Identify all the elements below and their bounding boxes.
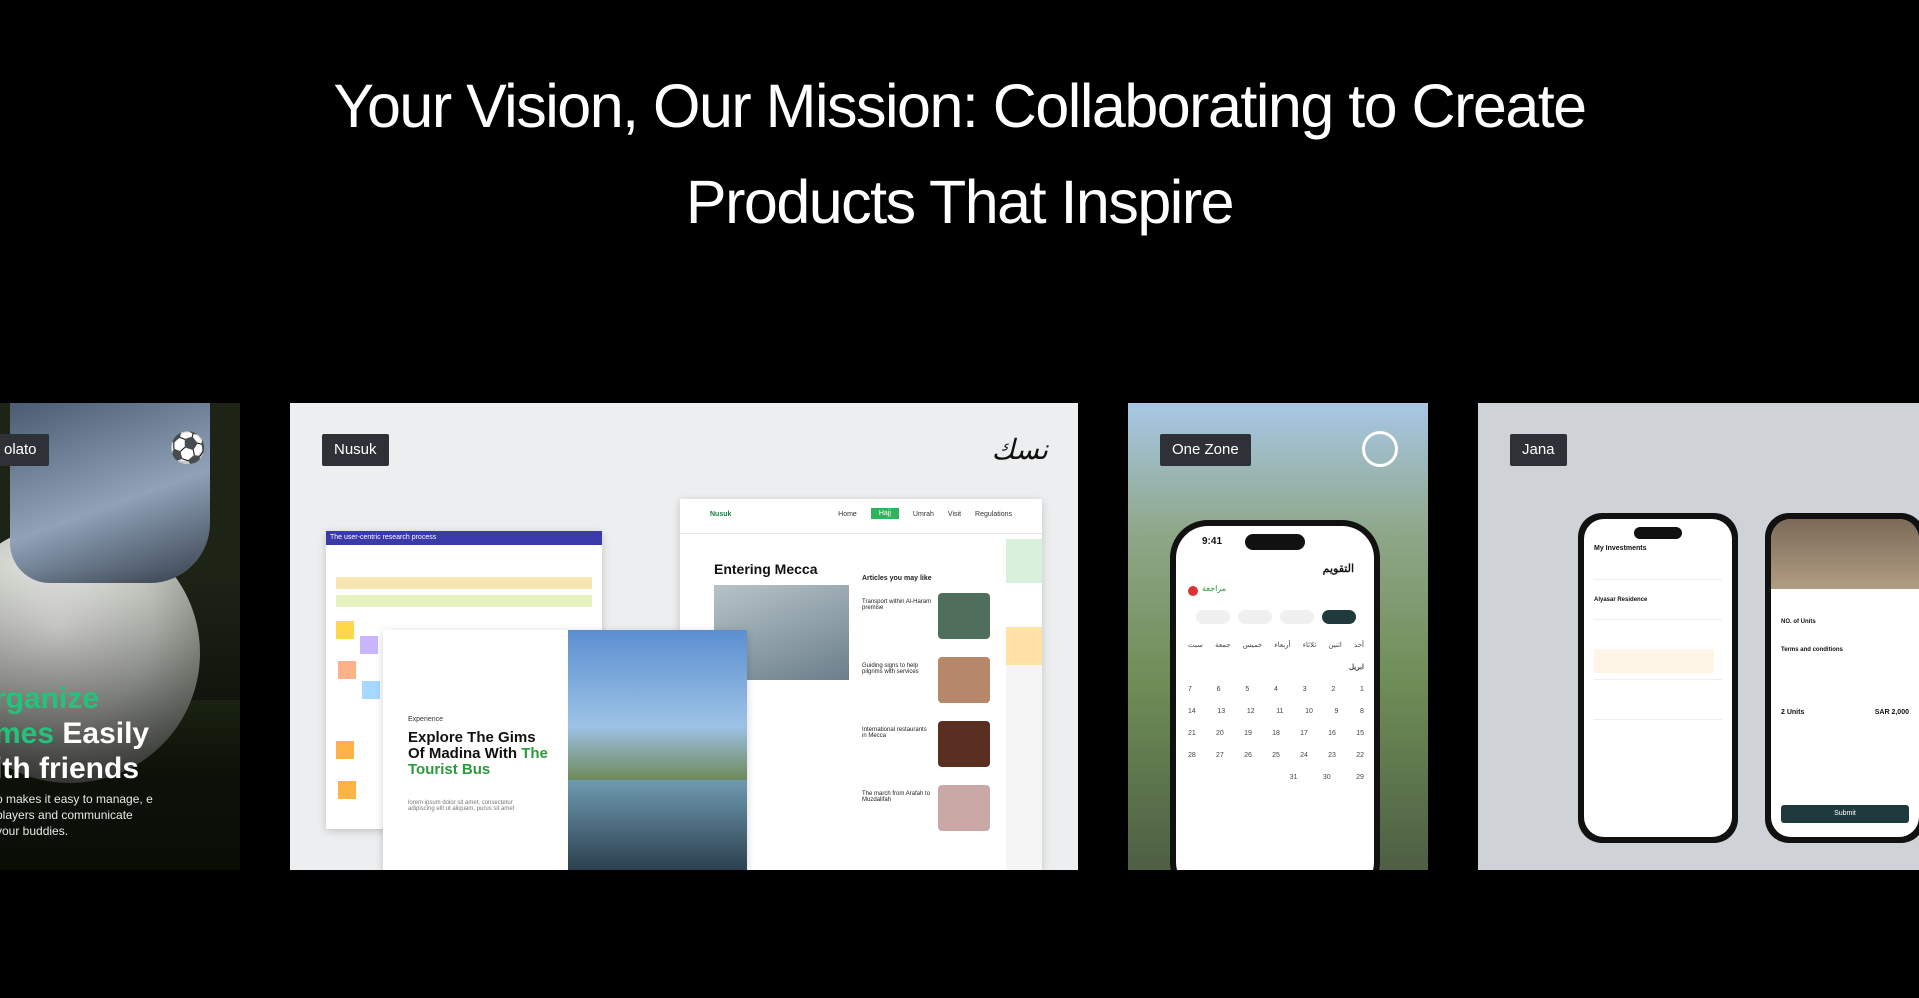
headline: Your Vision, Our Mission: Collaborating …	[0, 58, 1919, 250]
promo-body: o makes it easy to manage, e players and…	[0, 792, 153, 838]
headline-line-1: Your Vision, Our Mission: Collaborating …	[333, 72, 1587, 140]
week-row: 21 20 19 18 17 16 15	[1188, 729, 1364, 737]
project-tag: Nusuk	[322, 434, 389, 466]
weekday-row: سبت جمعة خميس أربعاء ثلاثاء اثنين أحد	[1188, 642, 1364, 649]
residence-photo	[1771, 519, 1919, 589]
promo-title: Explore The Gims Of Madina With The Tour…	[408, 729, 548, 778]
calendar-grid: سبت جمعة خميس أربعاء ثلاثاء اثنين أحد ابريل 76…	[1188, 634, 1364, 788]
project-tag: One Zone	[1160, 434, 1251, 466]
nav-home[interactable]: Home	[838, 511, 857, 519]
one-zone-logo-icon	[1362, 431, 1398, 467]
week-row: 28 27 26 25 24 23 22	[1188, 751, 1364, 759]
bus-image	[568, 780, 747, 870]
calendar-title: التقويم	[1322, 563, 1354, 575]
headline-line-2: Products That Inspire	[685, 168, 1235, 236]
nav-umrah[interactable]: Umrah	[913, 511, 934, 519]
project-tag: Jana	[1510, 434, 1567, 466]
promo-headline: rganize mes Easily ith friends	[0, 682, 150, 785]
nav-regulations[interactable]: Regulations	[975, 511, 1012, 519]
site-rail	[1006, 539, 1042, 870]
project-card-jana[interactable]: Jana My Investments Alyasar Residence NO…	[1478, 403, 1919, 870]
site-nav: Nusuk Home Hajj Umrah Visit Regulations	[680, 499, 1042, 534]
phone-mockup-investments: My Investments Alyasar Residence	[1578, 513, 1738, 843]
project-card-olato[interactable]: olato ⚽ rganize mes Easily ith friends o…	[0, 403, 240, 870]
notification-badge	[1188, 586, 1198, 596]
week-row: 31 30 29	[1289, 773, 1364, 781]
phone-mockup-units: NO. of Units Terms and conditions 2 Unit…	[1765, 513, 1919, 843]
project-card-one-zone[interactable]: One Zone 9:41 التقويم مراجعة سبت جمعة خميس…	[1128, 403, 1428, 870]
nusuk-logo: نسك	[991, 433, 1048, 466]
nav-hajj[interactable]: Hajj	[870, 508, 899, 519]
madina-bus-card: Experience Explore The Gims Of Madina Wi…	[383, 630, 747, 870]
submit-button[interactable]: Submit	[1781, 805, 1909, 823]
project-tag: olato	[0, 434, 49, 466]
site-heading: Entering Mecca	[714, 561, 818, 577]
ball-logo-icon: ⚽	[169, 432, 207, 465]
week-row: 14 13 12 11 10 9 8	[1188, 707, 1364, 715]
week-row: 7654321	[1188, 685, 1364, 693]
nav-visit[interactable]: Visit	[948, 511, 961, 519]
phone-mockup: 9:41 التقويم مراجعة سبت جمعة خميس أربعاء ثلا…	[1170, 520, 1380, 870]
project-card-nusuk[interactable]: Nusuk نسك The user-centric research proc…	[290, 403, 1078, 870]
